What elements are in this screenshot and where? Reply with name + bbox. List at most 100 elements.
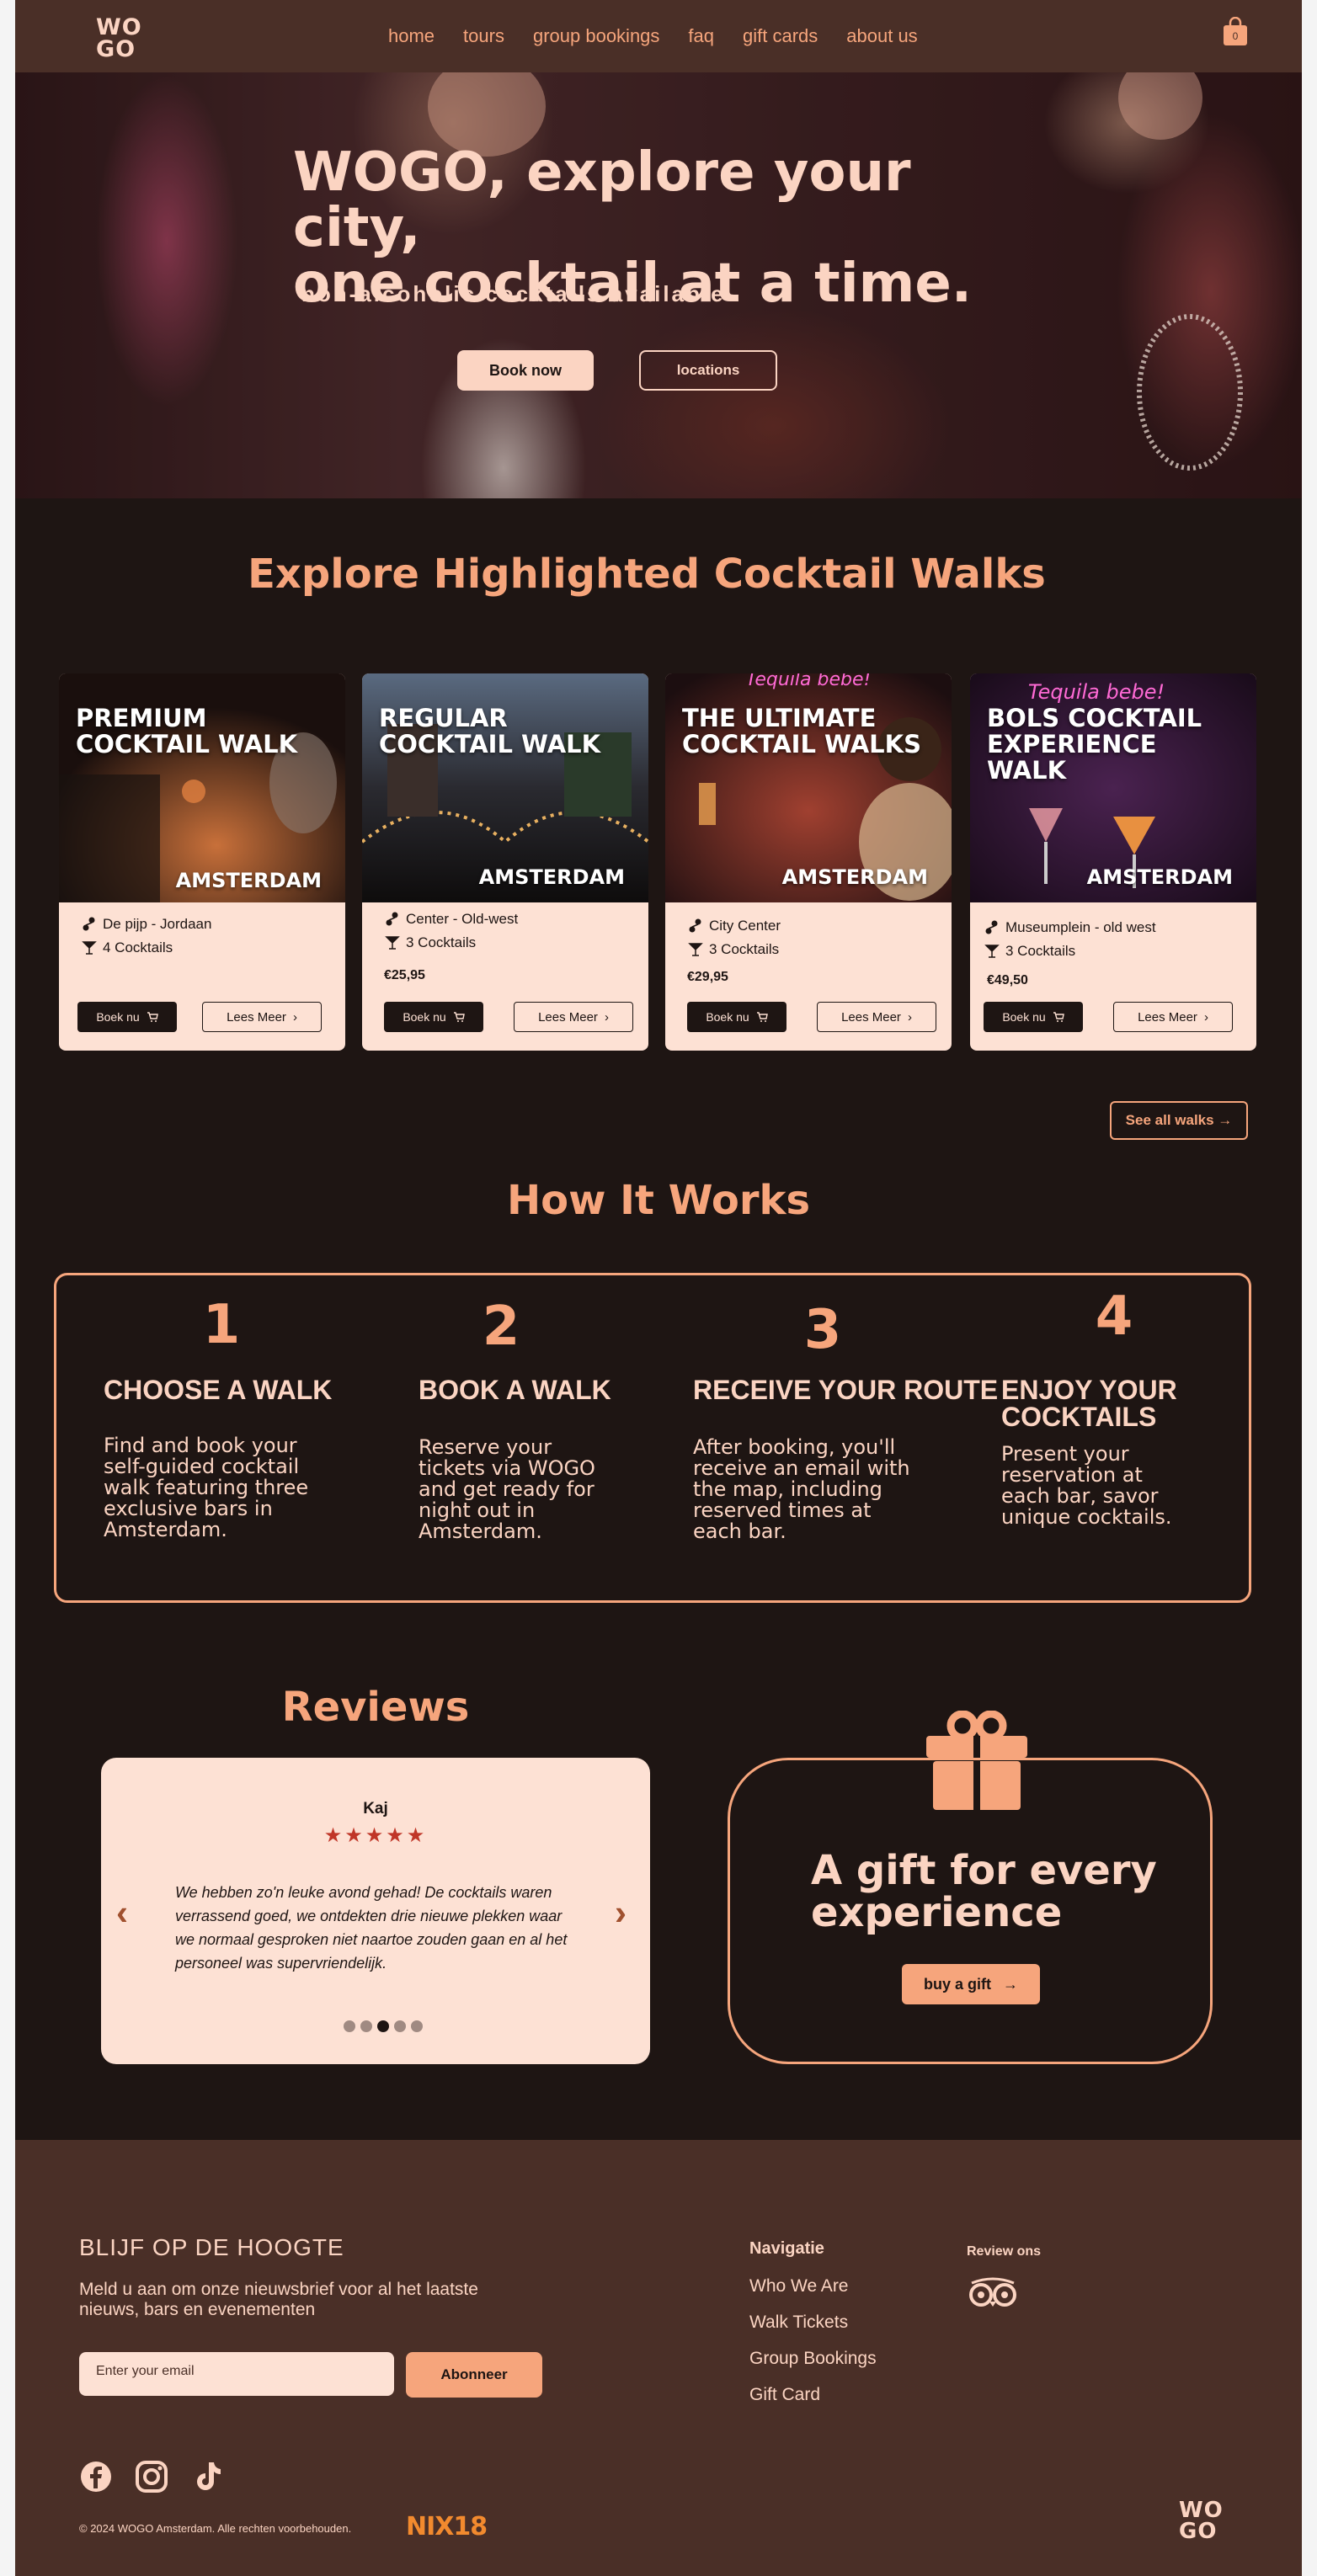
carousel-dot[interactable] (411, 2020, 423, 2032)
cocktail-glass-icon (688, 943, 703, 956)
cart-icon (147, 1012, 158, 1022)
walk-card-cocktails-text: 3 Cocktails (406, 934, 477, 950)
logo-line-2: GO (1179, 2518, 1218, 2544)
cart-icon (453, 1012, 465, 1022)
walk-card-title: PREMIUM COCKTAIL WALK (76, 704, 298, 758)
hero-banner: WOGO, explore your city, one cocktail at… (15, 72, 1302, 498)
step-number: 1 (202, 1294, 241, 1356)
footer-link-gift-card[interactable]: Gift Card (749, 2385, 820, 2405)
step-heading: RECEIVE YOUR ROUTE (693, 1375, 999, 1405)
walk-card-price: €29,95 (687, 970, 728, 984)
walk-card-location: City Center (687, 918, 781, 934)
walk-card-location: Center - Old-west (384, 911, 518, 928)
walk-card-cocktails-text: 3 Cocktails (1005, 943, 1076, 959)
how-it-works-title: How It Works (506, 1177, 811, 1224)
tiktok-icon[interactable] (190, 2460, 224, 2494)
read-more-label: Lees Meer (538, 1009, 598, 1025)
book-button-label: Boek nu (1002, 1010, 1046, 1024)
top-navbar: WO GO home tours group bookings faq gift… (15, 0, 1302, 72)
nav-faq[interactable]: faq (688, 25, 714, 47)
walk-card-title: BOLS COCKTAIL EXPERIENCE WALK (987, 704, 1202, 785)
hero-title-line-1: WOGO, explore your city, (293, 141, 911, 259)
prev-review-arrow[interactable]: ‹ (116, 1892, 128, 1933)
wogo-logo[interactable]: WO GO (96, 16, 142, 62)
footer-link-walk-tickets[interactable]: Walk Tickets (749, 2313, 848, 2333)
review-card: Kaj ★★★★★ We hebben zo'n leuke avond geh… (101, 1758, 650, 2064)
step-number: 4 (1095, 1285, 1133, 1348)
neon-sign-text: Tequila bebe! (1028, 680, 1165, 704)
carousel-dot[interactable] (344, 2020, 355, 2032)
chevron-right-icon: › (1203, 1009, 1208, 1025)
nav-gift-cards[interactable]: gift cards (743, 25, 818, 47)
walk-card-city: AMSTERDAM (781, 865, 928, 889)
next-review-arrow[interactable]: › (615, 1892, 627, 1933)
step-description: Find and book your self-guided cocktail … (104, 1434, 309, 1541)
nav-about-us[interactable]: about us (846, 25, 917, 47)
read-more-button[interactable]: Lees Meer › (817, 1002, 936, 1032)
page: WO GO home tours group bookings faq gift… (15, 0, 1302, 2576)
footer-logo[interactable]: WO GO (1179, 2498, 1224, 2544)
walk-card-cocktails: 3 Cocktails (984, 943, 1075, 960)
chevron-right-icon: › (604, 1009, 609, 1025)
walk-card-location-text: City Center (709, 918, 781, 934)
footer-link-group-bookings[interactable]: Group Bookings (749, 2349, 877, 2369)
logo-line-2: GO (96, 35, 136, 62)
carousel-dot-active[interactable] (377, 2020, 389, 2032)
see-all-walks-button[interactable]: See all walks → (1110, 1101, 1248, 1140)
gift-title: A gift for every experience (811, 1847, 1157, 1936)
cart-button[interactable]: 0 (1222, 16, 1249, 47)
step-heading: ENJOY YOUR (1001, 1375, 1177, 1405)
nav-links: home tours group bookings faq gift cards… (388, 25, 946, 47)
route-icon (689, 918, 701, 933)
walk-card-cocktails-text: 3 Cocktails (709, 941, 780, 957)
shopping-bag-icon: 0 (1224, 16, 1247, 45)
reviewer-name: Kaj (363, 1800, 388, 1818)
cart-icon (756, 1012, 768, 1022)
walk-card-city: AMSTERDAM (1086, 865, 1233, 889)
facebook-icon[interactable] (79, 2460, 113, 2494)
newsletter-description: Meld u aan om onze nieuwsbrief voor al h… (79, 2280, 478, 2319)
footer-nav-title: Navigatie (749, 2239, 824, 2258)
step-1: 1 (171, 1294, 272, 1356)
walk-card-cocktails: 3 Cocktails (384, 934, 476, 951)
walk-card-title: THE ULTIMATE COCKTAIL WALKS (682, 704, 921, 758)
walk-card-price: €25,95 (384, 968, 425, 982)
nix18-badge: NIX18 (406, 2512, 488, 2541)
arrow-right-icon: → (1003, 1975, 1018, 1993)
carousel-dot[interactable] (360, 2020, 372, 2032)
how-it-works-box: 1 CHOOSE A WALK Find and book your self-… (54, 1273, 1251, 1603)
book-now-card-button[interactable]: Boek nu (77, 1002, 177, 1032)
walk-card: Tequila bebe! BOLS COCKTAIL EXPERIENCE W… (970, 673, 1256, 1051)
subscribe-button[interactable]: Abonneer (406, 2352, 542, 2398)
gift-card-promo: A gift for every experience buy a gift → (728, 1758, 1213, 2064)
step-description: Reserve your tickets via WOGO and get re… (419, 1435, 595, 1543)
walk-card-cocktails-text: 4 Cocktails (103, 939, 173, 955)
cocktail-glass-icon (984, 945, 1000, 958)
walk-card-city: AMSTERDAM (175, 869, 322, 892)
tripadvisor-icon[interactable] (967, 2276, 1019, 2308)
book-now-card-button[interactable]: Boek nu (984, 1002, 1083, 1032)
book-button-label: Boek nu (403, 1010, 446, 1024)
cart-count: 0 (1233, 30, 1239, 42)
locations-button[interactable]: locations (639, 350, 777, 391)
instagram-icon[interactable] (135, 2460, 168, 2494)
book-button-label: Boek nu (706, 1010, 749, 1024)
carousel-dots (344, 2020, 423, 2032)
book-now-card-button[interactable]: Boek nu (384, 1002, 483, 1032)
nav-group-bookings[interactable]: group bookings (533, 25, 659, 47)
step-3: 3 (772, 1299, 873, 1361)
book-now-card-button[interactable]: Boek nu (687, 1002, 786, 1032)
read-more-button[interactable]: Lees Meer › (1113, 1002, 1233, 1032)
email-input[interactable]: Enter your email (79, 2352, 394, 2396)
carousel-dot[interactable] (394, 2020, 406, 2032)
read-more-button[interactable]: Lees Meer › (202, 1002, 322, 1032)
nav-tours[interactable]: tours (463, 25, 504, 47)
route-icon (985, 920, 998, 934)
logo-line-1: WO (1179, 2498, 1224, 2523)
nav-home[interactable]: home (388, 25, 435, 47)
buy-gift-button[interactable]: buy a gift → (902, 1964, 1040, 2004)
book-now-button[interactable]: Book now (457, 350, 594, 391)
read-more-label: Lees Meer (841, 1009, 901, 1025)
read-more-button[interactable]: Lees Meer › (514, 1002, 633, 1032)
footer-link-who-we-are[interactable]: Who We Are (749, 2276, 849, 2297)
